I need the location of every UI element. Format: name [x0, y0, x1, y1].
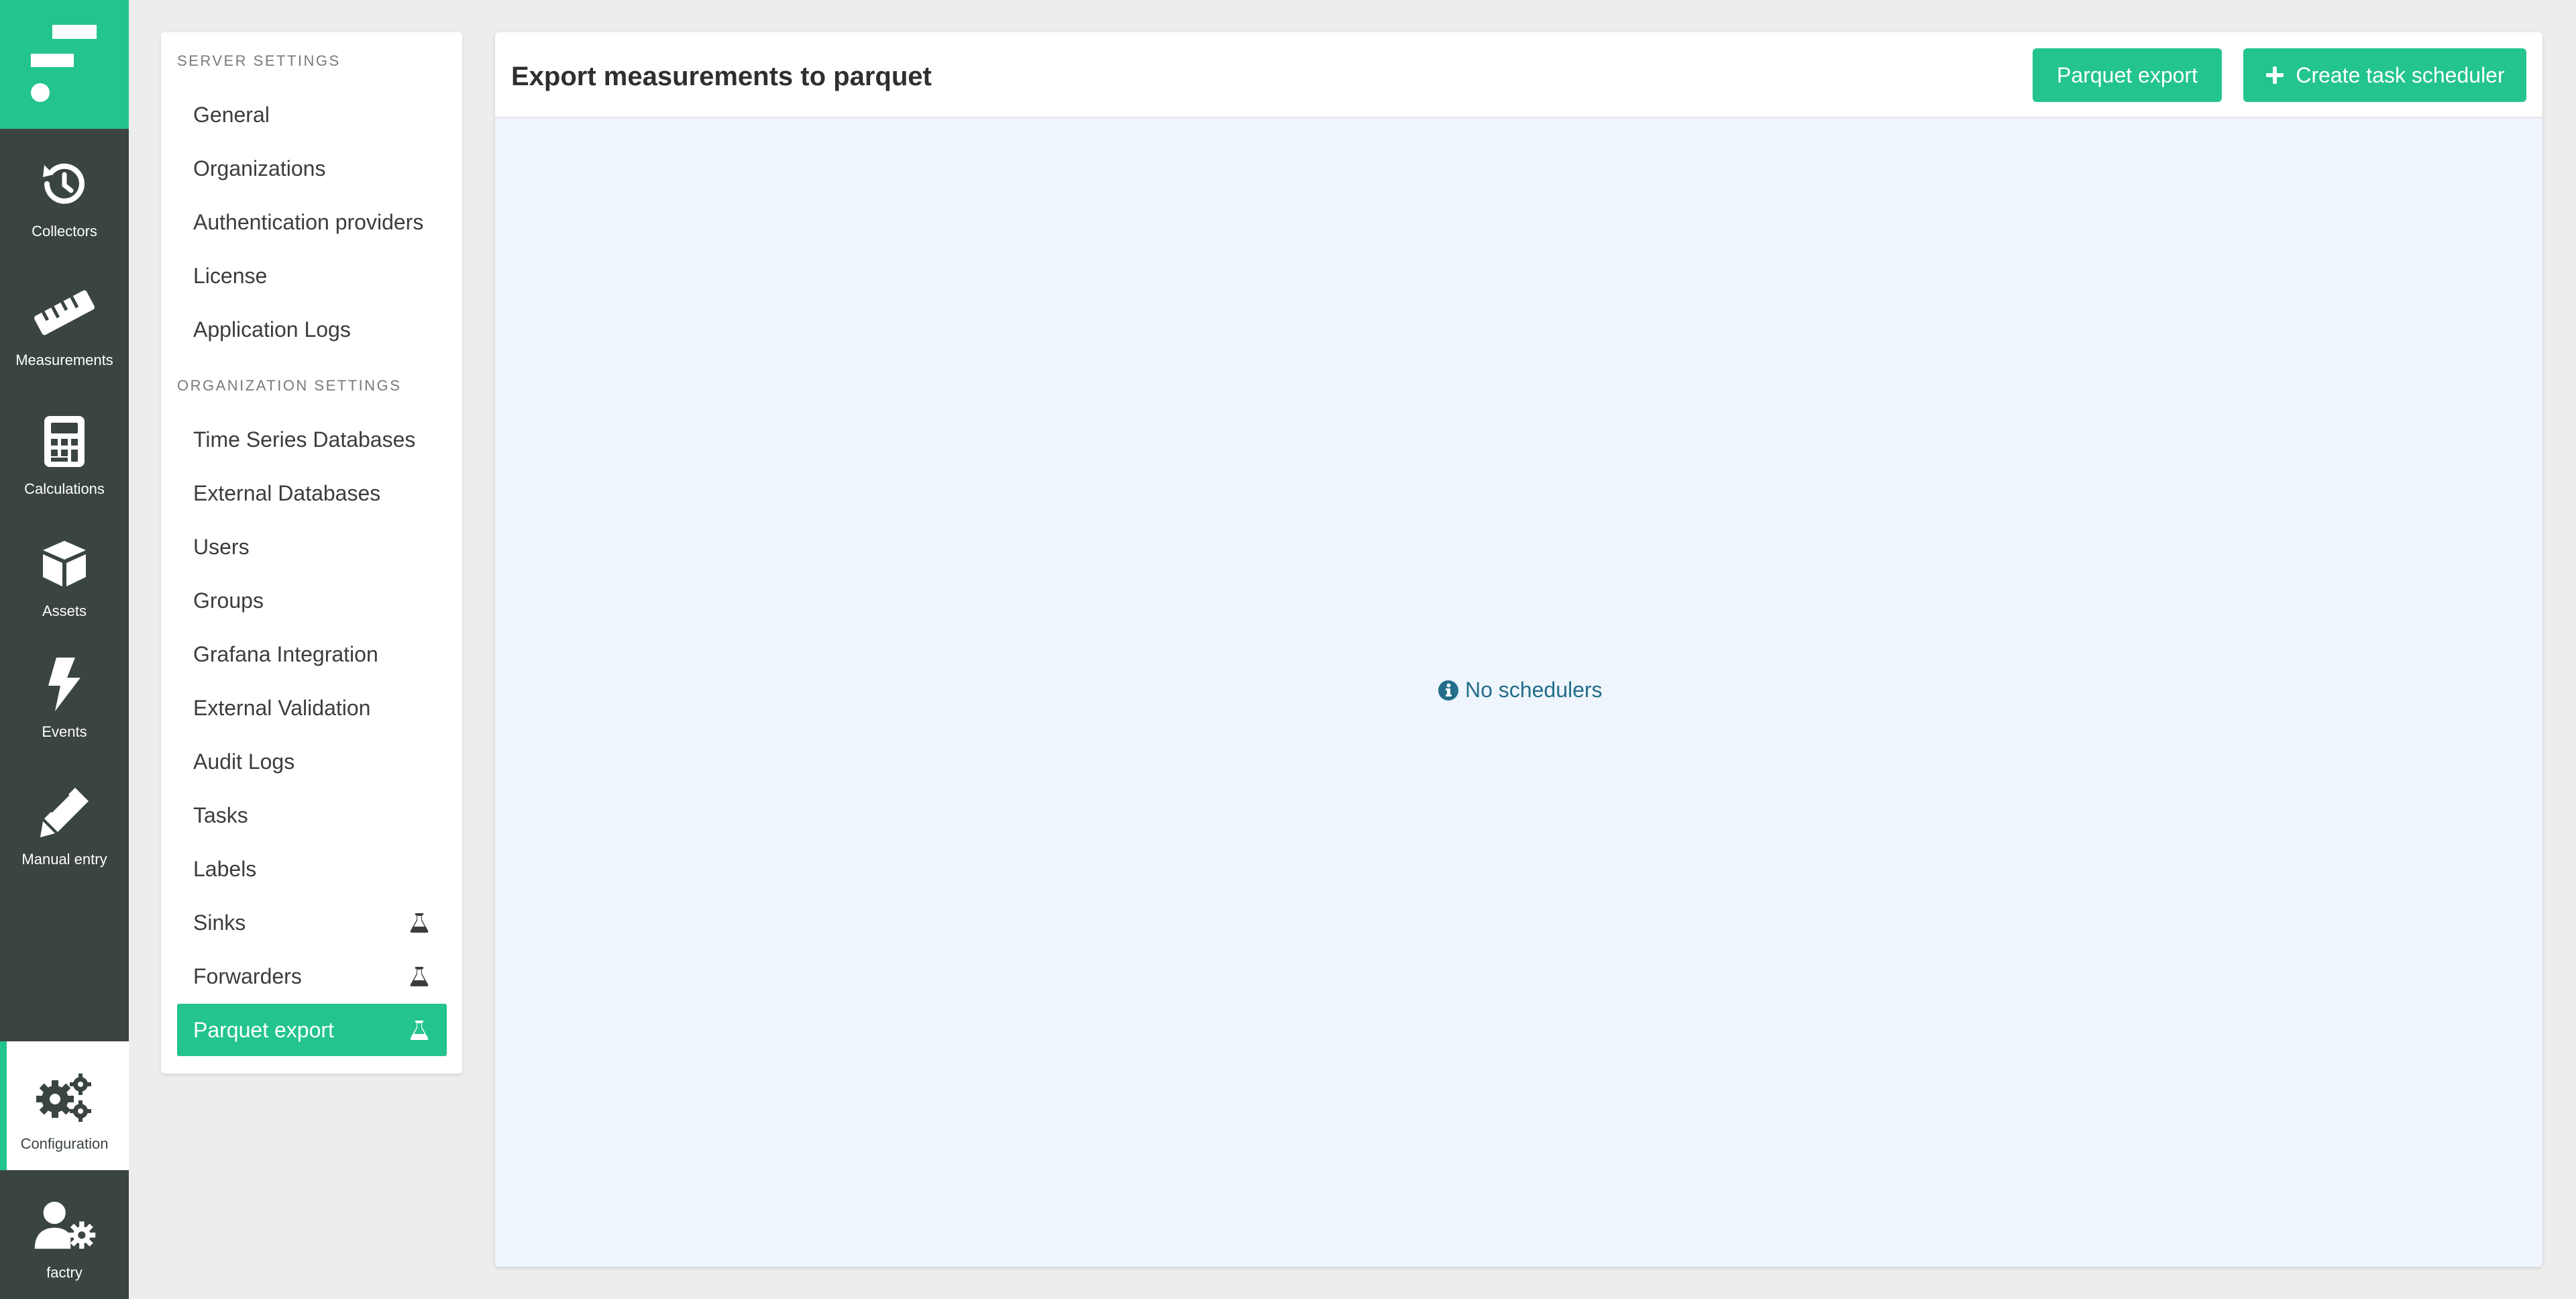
menu-item-label: Sinks — [193, 910, 246, 935]
menu-item-label: Users — [193, 534, 250, 559]
nav-item-user[interactable]: factry — [0, 1170, 129, 1299]
menu-item-audit-logs[interactable]: Audit Logs — [177, 735, 447, 788]
menu-item-label: Grafana Integration — [193, 641, 378, 666]
nav-item-calculations[interactable]: Calculations — [0, 386, 129, 507]
menu-item-label: Parquet export — [193, 1017, 334, 1042]
server-settings-heading: SERVER SETTINGS — [177, 52, 341, 69]
user-gear-icon — [32, 1193, 97, 1257]
menu-item-parquet-export[interactable]: Parquet export — [177, 1004, 447, 1056]
nav-item-collectors[interactable]: Collectors — [0, 129, 129, 250]
menu-item-application-logs[interactable]: Application Logs — [177, 303, 447, 356]
menu-item-grafana-integration[interactable]: Grafana Integration — [177, 628, 447, 680]
main-nav-rail: Collectors Measurements Calculations Ass… — [0, 0, 129, 1299]
nav-label-events: Events — [42, 723, 87, 740]
menu-item-label: Groups — [193, 588, 264, 613]
nav-item-configuration[interactable]: Configuration — [0, 1041, 129, 1170]
panel-header: Export measurements to parquet Parquet e… — [495, 32, 2542, 118]
menu-item-label: Audit Logs — [193, 749, 295, 774]
ruler-icon — [32, 280, 97, 345]
nav-item-events[interactable]: Events — [0, 629, 129, 750]
menu-item-label: Organizations — [193, 156, 326, 180]
plus-icon — [2265, 65, 2285, 85]
gears-icon — [32, 1064, 97, 1129]
menu-item-external-validation[interactable]: External Validation — [177, 682, 447, 734]
menu-item-label: External Databases — [193, 480, 381, 505]
logo-dot — [31, 83, 50, 102]
bolt-icon — [32, 652, 97, 717]
menu-item-organizations[interactable]: Organizations — [177, 142, 447, 195]
create-task-scheduler-button-label: Create task scheduler — [2296, 62, 2505, 87]
flask-icon — [409, 911, 429, 934]
flask-icon — [409, 965, 429, 988]
menu-item-groups[interactable]: Groups — [177, 574, 447, 627]
menu-item-label: External Validation — [193, 695, 371, 720]
info-circle-icon — [1438, 680, 1458, 700]
nav-label-configuration: Configuration — [20, 1135, 109, 1152]
nav-item-measurements[interactable]: Measurements — [0, 258, 129, 378]
nav-item-assets[interactable]: Assets — [0, 509, 129, 629]
parquet-export-panel: Export measurements to parquet Parquet e… — [495, 32, 2542, 1267]
nav-label-user: factry — [46, 1264, 83, 1281]
app-logo[interactable] — [0, 0, 129, 129]
logo-bar-top — [52, 25, 97, 39]
nav-label-assets: Assets — [42, 603, 87, 619]
empty-state-text: No schedulers — [1465, 678, 1603, 702]
calculator-icon — [32, 409, 97, 474]
nav-item-manual-entry[interactable]: Manual entry — [0, 757, 129, 878]
menu-item-label: General — [193, 102, 270, 127]
flask-icon — [409, 1019, 429, 1041]
menu-item-authentication-providers[interactable]: Authentication providers — [177, 196, 447, 248]
menu-item-label: Labels — [193, 856, 257, 881]
organization-settings-heading: ORGANIZATION SETTINGS — [177, 377, 402, 394]
parquet-export-button-label: Parquet export — [2057, 62, 2198, 87]
menu-item-license[interactable]: License — [177, 250, 447, 302]
menu-item-tasks[interactable]: Tasks — [177, 789, 447, 841]
create-task-scheduler-button[interactable]: Create task scheduler — [2243, 48, 2526, 102]
nav-label-measurements: Measurements — [15, 352, 113, 368]
pen-icon — [32, 780, 97, 844]
menu-item-time-series-databases[interactable]: Time Series Databases — [177, 413, 447, 466]
history-icon — [32, 152, 97, 216]
empty-state-message: No schedulers — [1438, 678, 1603, 703]
menu-item-labels[interactable]: Labels — [177, 843, 447, 895]
menu-item-forwarders[interactable]: Forwarders — [177, 950, 447, 1002]
cube-icon — [32, 531, 97, 596]
menu-item-label: License — [193, 263, 268, 288]
settings-menu: SERVER SETTINGS General Organizations Au… — [161, 32, 462, 1074]
parquet-export-button[interactable]: Parquet export — [2033, 48, 2222, 102]
menu-item-users[interactable]: Users — [177, 521, 447, 573]
menu-item-label: Time Series Databases — [193, 427, 416, 452]
menu-item-label: Tasks — [193, 802, 248, 827]
nav-label-manual-entry: Manual entry — [21, 851, 107, 868]
nav-label-collectors: Collectors — [32, 223, 97, 240]
nav-label-calculations: Calculations — [24, 480, 105, 497]
menu-item-label: Forwarders — [193, 964, 302, 988]
page-title: Export measurements to parquet — [511, 62, 932, 91]
menu-item-label: Authentication providers — [193, 209, 424, 234]
menu-item-label: Application Logs — [193, 317, 351, 342]
logo-bar-middle — [31, 54, 74, 67]
menu-item-external-databases[interactable]: External Databases — [177, 467, 447, 519]
menu-item-sinks[interactable]: Sinks — [177, 896, 447, 949]
schedulers-list-area: No schedulers — [495, 118, 2542, 1267]
menu-item-general[interactable]: General — [177, 89, 447, 141]
